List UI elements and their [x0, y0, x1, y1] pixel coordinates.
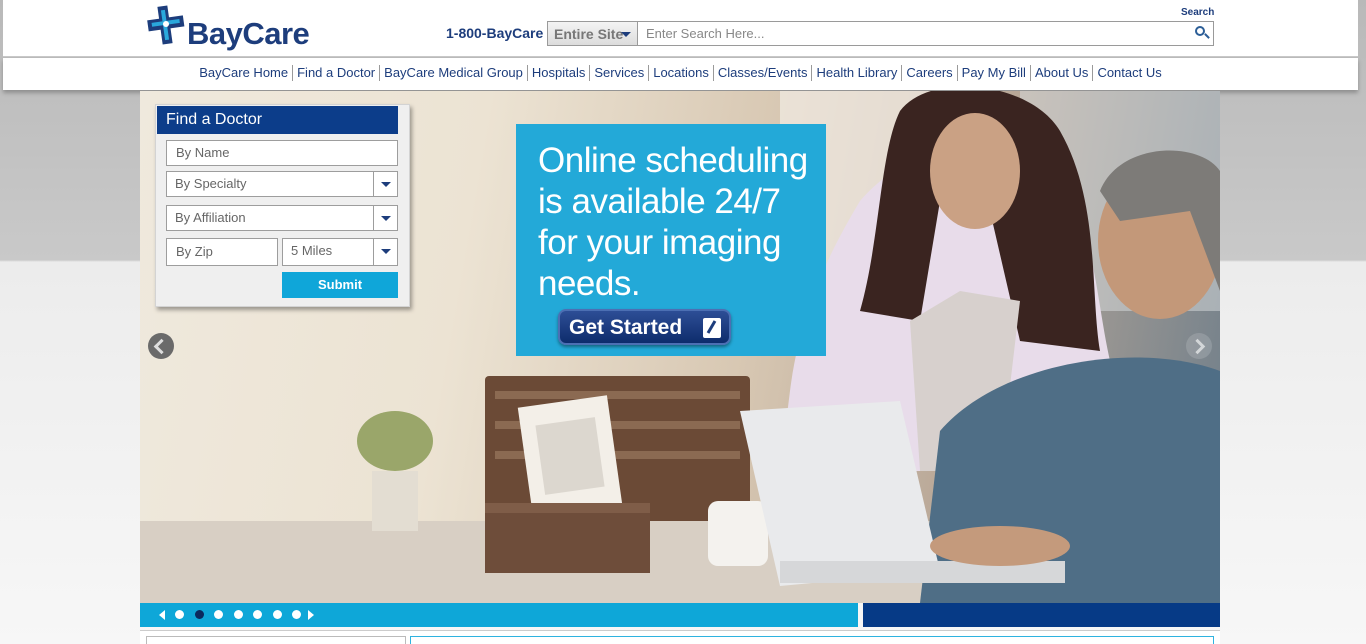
promo-box: Online scheduling is available 24/7 for …: [516, 124, 826, 356]
hero-next-arrow[interactable]: [1186, 333, 1212, 359]
baycare-logo[interactable]: BayCare: [145, 2, 310, 52]
brand-name: BayCare: [187, 16, 310, 51]
carousel-dot[interactable]: [234, 610, 243, 619]
caret-down-icon: [621, 32, 631, 37]
nav-item-hospitals[interactable]: Hospitals: [528, 65, 591, 81]
caret-down-icon: [373, 171, 397, 197]
carousel-dot[interactable]: [175, 610, 184, 619]
search-scope-select[interactable]: Entire Site: [548, 22, 638, 45]
nav-item-pay-my-bill[interactable]: Pay My Bill: [958, 65, 1031, 81]
find-a-doctor-title: Find a Doctor: [157, 106, 398, 134]
nav-item-find-a-doctor[interactable]: Find a Doctor: [293, 65, 381, 81]
baycare-cross-icon: [147, 5, 185, 45]
lower-panel-right: [410, 636, 1214, 644]
carousel-side-bar: [863, 603, 1220, 627]
edit-pencil-icon: [703, 318, 721, 338]
nav-item-about-us[interactable]: About Us: [1031, 65, 1094, 81]
nav-item-health-library[interactable]: Health Library: [812, 65, 903, 81]
affiliation-select[interactable]: By Affiliation: [166, 205, 398, 231]
site-header: BayCare 1-800-BayCare Search Entire Site: [3, 0, 1358, 57]
triangle-right-icon[interactable]: [308, 610, 314, 620]
lower-content: [140, 630, 1220, 644]
miles-select[interactable]: 5 Miles: [282, 238, 398, 266]
search-scope-value: Entire Site: [554, 26, 624, 42]
caret-down-icon: [373, 238, 397, 266]
nav-item-services[interactable]: Services: [590, 65, 650, 81]
nav-item-baycare-medical-group[interactable]: BayCare Medical Group: [380, 65, 528, 81]
nav-item-careers[interactable]: Careers: [902, 65, 958, 81]
search-input[interactable]: [638, 22, 1191, 45]
nav-item-locations[interactable]: Locations: [649, 65, 714, 81]
nav-item-contact-us[interactable]: Contact Us: [1093, 65, 1165, 81]
phone-number[interactable]: 1-800-BayCare: [446, 25, 543, 41]
main-nav: BayCare Home Find a Doctor BayCare Medic…: [3, 58, 1358, 90]
carousel-dot[interactable]: [214, 610, 223, 619]
lower-panel-left: [146, 636, 406, 644]
promo-headline: Online scheduling is available 24/7 for …: [538, 141, 808, 303]
by-name-input[interactable]: By Name: [166, 140, 398, 166]
carousel-dot-active[interactable]: [195, 610, 204, 619]
zip-input[interactable]: By Zip: [166, 238, 278, 266]
nav-item-baycare-home[interactable]: BayCare Home: [195, 65, 294, 81]
caret-down-icon: [373, 205, 397, 231]
carousel-dot[interactable]: [292, 610, 301, 619]
search-bar: Entire Site: [547, 21, 1214, 46]
triangle-left-icon[interactable]: [159, 610, 165, 620]
search-label: Search: [1181, 7, 1215, 18]
carousel-dot[interactable]: [273, 610, 282, 619]
specialty-select[interactable]: By Specialty: [166, 171, 398, 197]
get-started-label: Get Started: [569, 316, 683, 339]
submit-button[interactable]: Submit: [282, 272, 398, 298]
nav-item-classes-events[interactable]: Classes/Events: [714, 65, 813, 81]
hero-prev-arrow[interactable]: [148, 333, 174, 359]
find-a-doctor-panel: Find a Doctor By Name By Specialty By Af…: [155, 104, 410, 307]
carousel-dot[interactable]: [253, 610, 262, 619]
get-started-button[interactable]: Get Started: [558, 309, 731, 345]
carousel-controls: [140, 603, 858, 627]
search-button[interactable]: [1191, 22, 1213, 45]
